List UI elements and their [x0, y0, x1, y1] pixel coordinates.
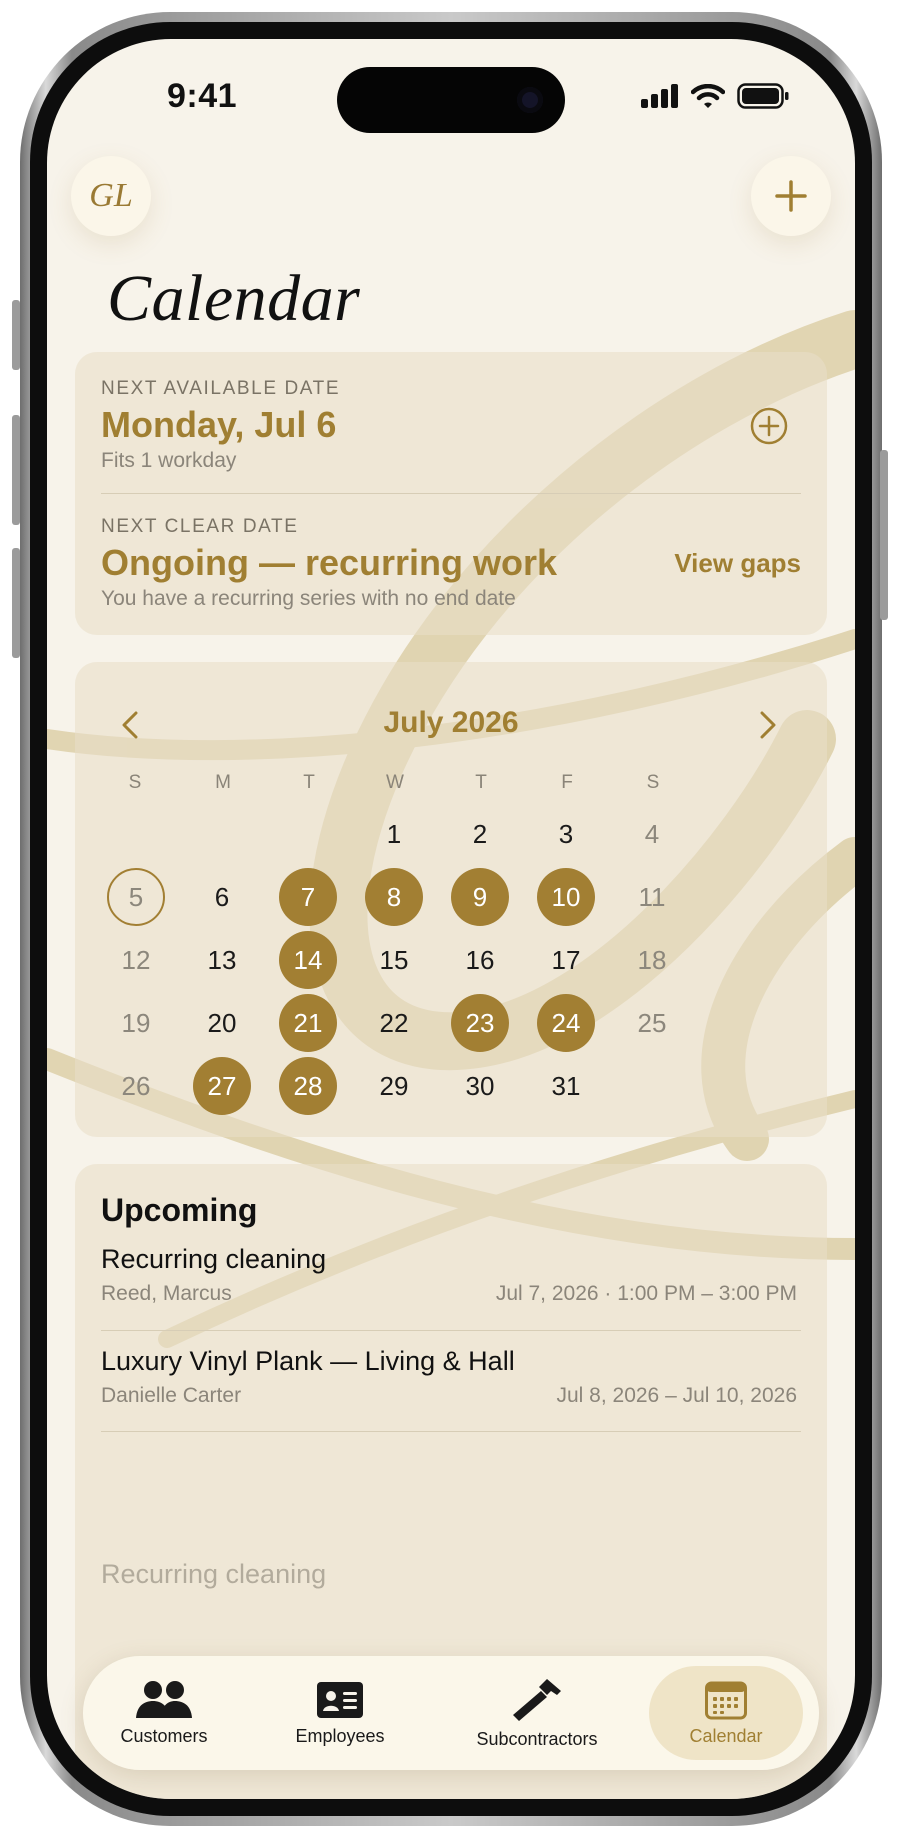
weekday-label: S: [646, 772, 660, 793]
status-icons: [641, 83, 789, 109]
calendar-day[interactable]: 12: [107, 931, 165, 989]
calendar-day[interactable]: 23: [451, 994, 509, 1052]
calendar-day[interactable]: 8: [365, 868, 423, 926]
calendar-day[interactable]: 20: [193, 994, 251, 1052]
weekday-label: S: [128, 772, 142, 793]
power-button: [880, 450, 888, 620]
upcoming-client: Reed, Marcus: [101, 1282, 232, 1305]
add-booking-circle-icon[interactable]: [749, 406, 789, 446]
calendar-day[interactable]: 18: [623, 931, 681, 989]
next-clear-label: NEXT CLEAR DATE: [101, 516, 299, 537]
calendar-day[interactable]: 24: [537, 994, 595, 1052]
chevron-right-icon[interactable]: [757, 709, 779, 741]
calendar-day[interactable]: 25: [623, 994, 681, 1052]
calendar-day[interactable]: 15: [365, 931, 423, 989]
calendar-day[interactable]: 28: [279, 1057, 337, 1115]
upcoming-title: Recurring cleaning: [101, 1244, 327, 1274]
tab-employees[interactable]: Employees: [279, 1656, 401, 1770]
list-item[interactable]: Luxury Vinyl Plank — Living & Hall Danie…: [75, 1346, 827, 1436]
divider: [101, 1330, 801, 1331]
divider: [101, 1431, 801, 1432]
upcoming-title: Luxury Vinyl Plank — Living & Hall: [101, 1346, 515, 1376]
calendar-day[interactable]: 3: [537, 805, 595, 863]
calendar-day[interactable]: 14: [279, 931, 337, 989]
calendar-day[interactable]: 10: [537, 868, 595, 926]
battery-icon: [737, 83, 789, 109]
weekday-label: T: [475, 772, 487, 793]
tab-label: Employees: [295, 1725, 385, 1746]
divider: [101, 493, 801, 494]
list-item[interactable]: Recurring cleaning: [75, 1559, 827, 1619]
calendar-day[interactable]: 5: [107, 868, 165, 926]
tab-label: Calendar: [689, 1725, 763, 1746]
next-available-label: NEXT AVAILABLE DATE: [101, 378, 341, 399]
next-clear-value: Ongoing — recurring work: [101, 542, 558, 583]
calendar-day[interactable]: 19: [107, 994, 165, 1052]
view-gaps-link[interactable]: View gaps: [674, 548, 801, 579]
calendar-card: July 2026 SMTWTFS 1 2 3 4 5 6 7 8 9 10 11 12 13 14 15 1…: [75, 662, 827, 1137]
status-time: 9:41: [167, 77, 238, 115]
action-button: [12, 300, 20, 370]
tab-label: Subcontractors: [476, 1728, 598, 1749]
upcoming-date: Jul 7, 2026 · 1:00 PM – 3:00 PM: [495, 1282, 797, 1305]
availability-card: NEXT AVAILABLE DATE Monday, Jul 6 Fits 1…: [75, 352, 827, 635]
tab-subcontractors[interactable]: Subcontractors: [457, 1656, 617, 1770]
upcoming-client: Danielle Carter: [101, 1384, 242, 1407]
calendar-day[interactable]: 13: [193, 931, 251, 989]
page-title: Calendar: [107, 262, 361, 335]
hammer-icon: [513, 1678, 561, 1721]
logo-monogram: GL: [89, 177, 133, 214]
add-button[interactable]: [751, 156, 831, 236]
volume-down-button: [12, 548, 20, 658]
month-label: July 2026: [383, 706, 519, 739]
calendar-day[interactable]: 16: [451, 931, 509, 989]
weekday-label: T: [303, 772, 315, 793]
calendar-day[interactable]: 9: [451, 868, 509, 926]
upcoming-heading: Upcoming: [101, 1192, 258, 1228]
tab-customers[interactable]: Customers: [103, 1656, 225, 1770]
calendar-day[interactable]: 6: [193, 868, 251, 926]
tab-label: Customers: [120, 1725, 208, 1746]
calendar-day[interactable]: 26: [107, 1057, 165, 1115]
device-mockup: 9:41 GL Calendar NEXT AVAILABLE DATE Mon…: [0, 0, 900, 1837]
weekday-label: M: [215, 772, 231, 793]
weekday-label: F: [561, 772, 573, 793]
plus-icon: [775, 180, 807, 212]
calendar-day[interactable]: 30: [451, 1057, 509, 1115]
wifi-icon: [691, 84, 725, 108]
tab-calendar[interactable]: Calendar: [649, 1666, 803, 1760]
calendar-day[interactable]: 2: [451, 805, 509, 863]
calendar-day[interactable]: 31: [537, 1057, 595, 1115]
list-item[interactable]: Recurring cleaning Reed, Marcus Jul 7, 2…: [75, 1244, 827, 1334]
next-available-detail: Fits 1 workday: [101, 449, 237, 472]
calendar-day[interactable]: 4: [623, 805, 681, 863]
app-screen: 9:41 GL Calendar NEXT AVAILABLE DATE Mon…: [47, 39, 855, 1799]
calendar-icon: [705, 1681, 747, 1719]
volume-up-button: [12, 415, 20, 525]
upcoming-date: Jul 8, 2026 – Jul 10, 2026: [556, 1384, 797, 1407]
calendar-day[interactable]: 21: [279, 994, 337, 1052]
next-available-date[interactable]: Monday, Jul 6: [101, 404, 336, 446]
calendar-day[interactable]: 27: [193, 1057, 251, 1115]
calendar-day[interactable]: 11: [623, 868, 681, 926]
calendar-day[interactable]: 22: [365, 994, 423, 1052]
calendar-day[interactable]: 1: [365, 805, 423, 863]
upcoming-title: Recurring cleaning: [101, 1559, 327, 1589]
profile-logo-button[interactable]: GL: [71, 156, 151, 236]
next-clear-detail: You have a recurring series with no end …: [101, 587, 516, 610]
calendar-day[interactable]: 29: [365, 1057, 423, 1115]
id-card-icon: [317, 1681, 363, 1718]
calendar-day[interactable]: 7: [279, 868, 337, 926]
people-icon: [136, 1680, 192, 1718]
weekday-label: W: [386, 772, 404, 793]
signal-icon: [641, 84, 678, 108]
tab-bar: Customers Employees Subcontractors Calen…: [83, 1656, 819, 1770]
calendar-day[interactable]: 17: [537, 931, 595, 989]
dynamic-island: [337, 67, 565, 133]
